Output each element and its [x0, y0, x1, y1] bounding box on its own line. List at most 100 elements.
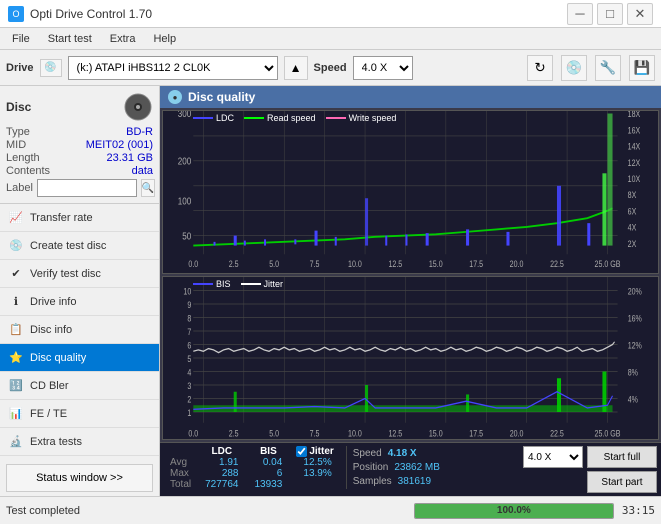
time-display: 33:15 [622, 504, 655, 517]
disc-info-icon: 📋 [8, 322, 24, 338]
settings-button[interactable]: 🔧 [595, 55, 621, 81]
svg-text:20.0: 20.0 [510, 259, 524, 269]
start-part-button[interactable]: Start part [587, 471, 657, 493]
sidebar-item-drive-info[interactable]: ℹ Drive info [0, 288, 159, 316]
position-value: 23862 MB [394, 462, 440, 473]
total-label: Total [164, 479, 197, 490]
svg-text:0.0: 0.0 [188, 427, 198, 438]
svg-text:10: 10 [183, 285, 191, 296]
ldc-max: 288 [197, 468, 246, 479]
sidebar-item-transfer-rate[interactable]: 📈 Transfer rate [0, 204, 159, 232]
jitter-avg: 12.5% [290, 457, 339, 468]
svg-text:17.5: 17.5 [469, 427, 483, 438]
svg-text:7.5: 7.5 [310, 427, 320, 438]
disc-mid-row: MID MEIT02 (001) [6, 139, 153, 151]
disc-contents-row: Contents data [6, 165, 153, 177]
speed-selector[interactable]: 4.0 X [353, 56, 413, 80]
svg-text:2X: 2X [628, 239, 637, 249]
sidebar-item-disc-quality[interactable]: ⭐ Disc quality [0, 344, 159, 372]
create-test-disc-icon: 💿 [8, 238, 24, 254]
disc-length-row: Length 23.31 GB [6, 152, 153, 164]
content-area: ● Disc quality LDC Read speed [160, 86, 661, 496]
menu-help[interactable]: Help [145, 31, 184, 47]
svg-text:8X: 8X [628, 191, 637, 201]
max-label: Max [164, 468, 197, 479]
drive-icon: 💿 [40, 59, 62, 77]
svg-text:12X: 12X [628, 158, 641, 168]
jitter-checkbox[interactable] [296, 446, 307, 457]
drive-label: Drive [6, 62, 34, 74]
sidebar-item-verify-test-disc[interactable]: ✔ Verify test disc [0, 260, 159, 288]
svg-text:14X: 14X [628, 142, 641, 152]
svg-text:300: 300 [178, 111, 191, 119]
disc-quality-header-icon: ● [168, 90, 182, 104]
fe-te-icon: 📊 [8, 406, 24, 422]
svg-text:4%: 4% [628, 393, 639, 404]
svg-text:12%: 12% [628, 339, 643, 350]
ldc-avg: 1.91 [197, 457, 246, 468]
sidebar-item-fe-te[interactable]: 📊 FE / TE [0, 400, 159, 428]
menu-file[interactable]: File [4, 31, 38, 47]
refresh-button[interactable]: ↻ [527, 55, 553, 81]
maximize-button[interactable]: □ [597, 3, 623, 25]
svg-text:5: 5 [187, 353, 191, 364]
svg-text:4: 4 [187, 366, 191, 377]
svg-text:2: 2 [187, 393, 191, 404]
menu-extra[interactable]: Extra [102, 31, 144, 47]
svg-text:2.5: 2.5 [229, 259, 239, 269]
title-bar-controls: ─ □ ✕ [567, 3, 653, 25]
minimize-button[interactable]: ─ [567, 3, 593, 25]
status-bar: Test completed 100.0% 33:15 [0, 496, 661, 524]
bis-avg: 0.04 [247, 457, 291, 468]
status-window-button[interactable]: Status window >> [6, 464, 153, 492]
speed-label: Speed [314, 62, 347, 74]
svg-text:16%: 16% [628, 312, 643, 323]
sidebar-item-disc-info[interactable]: 📋 Disc info [0, 316, 159, 344]
app-title: Opti Drive Control 1.70 [30, 7, 152, 21]
drive-selector[interactable]: (k:) ATAPI iHBS112 2 CL0K [68, 56, 278, 80]
samples-value: 381619 [398, 476, 431, 487]
speed-unit-selector[interactable]: 4.0 X [523, 446, 583, 468]
svg-text:12.5: 12.5 [388, 259, 402, 269]
drive-info-icon: ℹ [8, 294, 24, 310]
label-go-button[interactable]: 🔍 [141, 179, 155, 197]
svg-text:6X: 6X [628, 207, 637, 217]
svg-text:6: 6 [187, 339, 191, 350]
stats-table: LDC BIS Jitter Avg 1.91 0.04 12.5% [164, 446, 340, 490]
svg-text:10X: 10X [628, 174, 641, 184]
save-button[interactable]: 💾 [629, 55, 655, 81]
bis-col-header: BIS [247, 446, 291, 457]
svg-text:25.0 GB: 25.0 GB [595, 259, 621, 269]
disc-header: Disc [6, 92, 153, 122]
svg-text:10.0: 10.0 [348, 259, 362, 269]
charts-area: LDC Read speed Write speed [160, 108, 661, 442]
svg-text:2.5: 2.5 [229, 427, 239, 438]
sidebar: Disc Type BD-R MID MEIT02 (001) Length [0, 86, 160, 496]
disc-graphic [123, 92, 153, 122]
chart2-svg: 10 9 8 7 6 5 4 3 2 1 20% 16% 12% 8% 4% [163, 277, 658, 439]
jitter-max: 13.9% [290, 468, 339, 479]
svg-text:9: 9 [187, 299, 191, 310]
disc-label-input[interactable] [37, 179, 137, 197]
svg-text:15.0: 15.0 [429, 427, 443, 438]
sidebar-item-extra-tests[interactable]: 🔬 Extra tests [0, 428, 159, 456]
sidebar-navigation: 📈 Transfer rate 💿 Create test disc ✔ Ver… [0, 204, 159, 460]
progress-bar-fill: 100.0% [415, 504, 613, 518]
menu-start-test[interactable]: Start test [40, 31, 100, 47]
cd-bler-icon: 🔢 [8, 378, 24, 394]
start-full-button[interactable]: Start full [587, 446, 657, 468]
speed-stat-value: 4.18 X [388, 448, 417, 459]
media-button[interactable]: 💿 [561, 55, 587, 81]
svg-text:8: 8 [187, 312, 191, 323]
chart1-svg: 300 200 100 50 18X 16X 14X 12X 10X 8X 6X… [163, 111, 658, 273]
write-speed-legend: Write speed [326, 113, 397, 123]
app-icon: O [8, 6, 24, 22]
bis-max: 6 [247, 468, 291, 479]
sidebar-item-create-test-disc[interactable]: 💿 Create test disc [0, 232, 159, 260]
avg-label: Avg [164, 457, 197, 468]
sidebar-item-cd-bler[interactable]: 🔢 CD Bler [0, 372, 159, 400]
svg-text:8%: 8% [628, 366, 639, 377]
eject-button[interactable]: ▲ [284, 56, 308, 80]
close-button[interactable]: ✕ [627, 3, 653, 25]
disc-quality-title: Disc quality [188, 90, 255, 104]
